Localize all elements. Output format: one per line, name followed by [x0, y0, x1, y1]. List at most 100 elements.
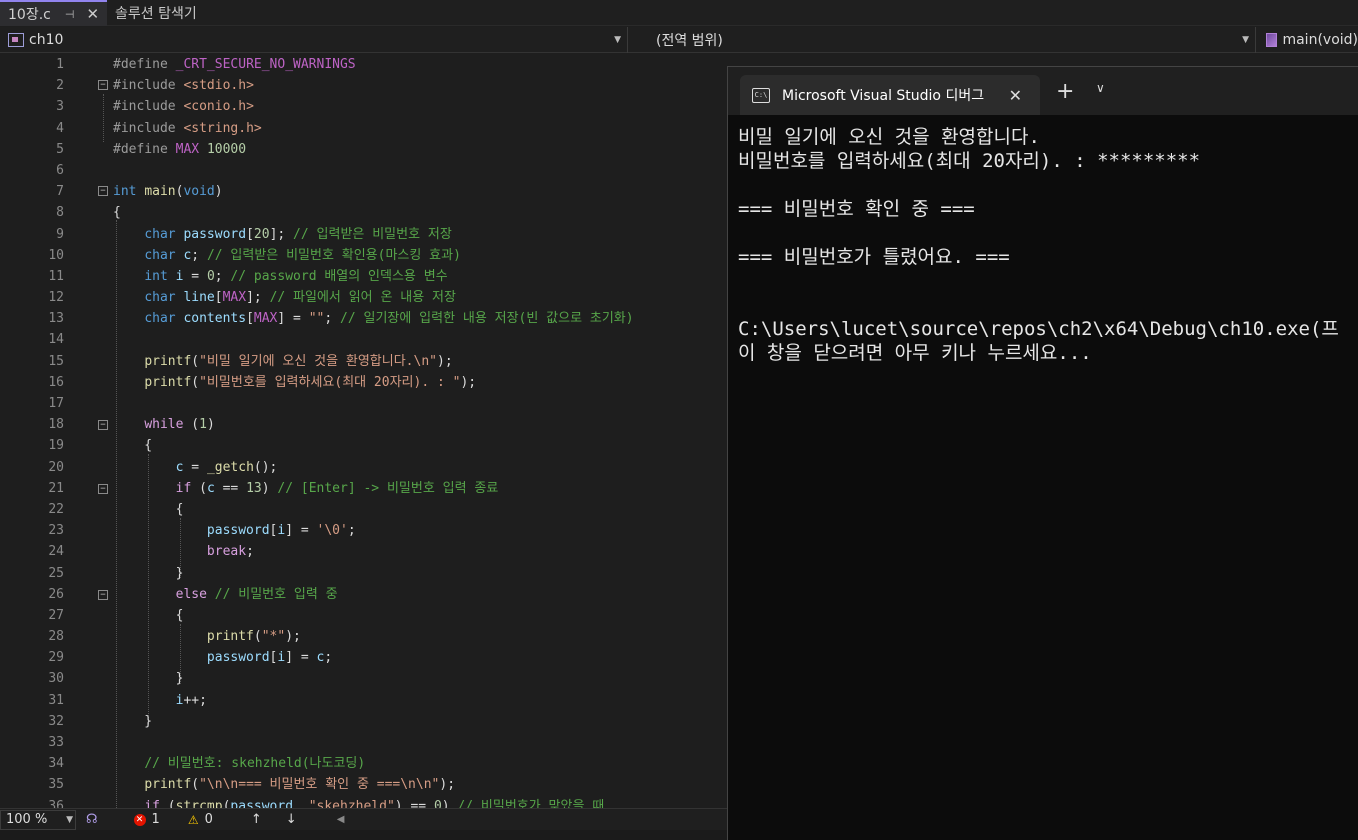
- line-number: 34: [48, 756, 64, 772]
- console-tab[interactable]: C:\ Microsoft Visual Studio 디버그 ✕: [740, 75, 1040, 115]
- code-line: printf("*");: [206, 629, 301, 645]
- line-number: 14: [48, 332, 64, 348]
- project-label: ch10: [29, 32, 64, 48]
- line-number: 26: [48, 586, 64, 602]
- line-number: 25: [48, 565, 64, 581]
- horizontal-scroll-strip: [0, 830, 727, 840]
- line-number: 3: [56, 99, 64, 115]
- code-line: int i = 0; // password 배열의 인덱스용 변수: [144, 268, 448, 284]
- close-icon[interactable]: ✕: [1009, 86, 1022, 105]
- line-number: 9: [56, 226, 64, 242]
- scroll-left-icon[interactable]: ◀: [337, 814, 345, 825]
- code-line: }: [113, 565, 184, 581]
- tab-label: 솔루션 탐색기: [115, 6, 197, 22]
- console-line: 비밀 일기에 오신 것을 환영합니다.: [738, 126, 1040, 148]
- line-number: 31: [48, 692, 64, 708]
- code-line: }: [113, 671, 184, 687]
- line-number: 11: [48, 268, 64, 284]
- errors-indicator[interactable]: ✕ 1: [133, 812, 160, 827]
- tab-solution-explorer[interactable]: 솔루션 탐색기: [107, 0, 267, 26]
- code-line: #define MAX 10000: [113, 141, 247, 157]
- navigation-bar: ch10 ▼ (전역 범위) ▼ main(void): [0, 27, 1358, 53]
- code-editor[interactable]: 1 2 3 4 5 6 7 8 9 10 11 12 13 14 15 16 1…: [0, 54, 727, 808]
- line-number: 36: [48, 798, 64, 808]
- arrow-up-icon[interactable]: ↑: [251, 812, 262, 827]
- code-line: if (strcmp(password, "skehzheld") == 0) …: [144, 798, 605, 808]
- collapse-icon[interactable]: −: [98, 484, 108, 494]
- line-number: 8: [56, 205, 64, 221]
- line-number: 13: [48, 311, 64, 327]
- warning-icon: ⚠: [187, 812, 199, 827]
- copilot-icon[interactable]: ☊: [86, 812, 98, 827]
- line-number: 23: [48, 523, 64, 539]
- warnings-count: 0: [204, 812, 213, 827]
- tab-10-c[interactable]: 10장.c ⊣ ✕: [0, 0, 107, 26]
- document-tab-bar: 10장.c ⊣ ✕ 솔루션 탐색기: [0, 0, 1358, 26]
- line-number: 24: [48, 544, 64, 560]
- new-tab-icon[interactable]: +: [1056, 79, 1074, 104]
- zoom-label: 100 %: [6, 812, 48, 827]
- scope-dropdown[interactable]: (전역 범위) ▼: [634, 27, 1256, 53]
- code-line: #include <conio.h>: [113, 99, 254, 115]
- member-dropdown[interactable]: main(void): [1262, 27, 1358, 53]
- pin-icon[interactable]: ⊣: [65, 8, 75, 21]
- line-number: 5: [56, 141, 64, 157]
- line-number: 10: [48, 247, 64, 263]
- line-number: 1: [56, 57, 64, 72]
- code-line: #define _CRT_SECURE_NO_WARNINGS: [113, 57, 356, 72]
- warnings-indicator[interactable]: ⚠ 0: [188, 812, 213, 827]
- collapse-icon[interactable]: −: [98, 80, 108, 90]
- code-line: break;: [206, 544, 254, 560]
- line-number: 32: [48, 713, 64, 729]
- code-line: if (c == 13) // [Enter] -> 비밀번호 입력 종료: [175, 480, 499, 496]
- debug-console-window[interactable]: C:\ Microsoft Visual Studio 디버그 ✕ + ∨ 비밀…: [727, 66, 1358, 840]
- editor-status-bar: 100 % ▼ ☊ ✕ 1 ⚠ 0 ↑ ↓ ◀: [0, 808, 727, 830]
- line-number: 33: [48, 735, 64, 750]
- code-line: }: [113, 713, 153, 729]
- collapse-icon[interactable]: −: [98, 186, 108, 196]
- code-line: c = _getch();: [175, 459, 278, 475]
- line-number: 7: [56, 184, 64, 200]
- collapse-icon[interactable]: −: [98, 420, 108, 430]
- console-line: C:\Users\lucet\source\repos\ch2\x64\Debu…: [738, 318, 1339, 340]
- line-number: 29: [48, 650, 64, 666]
- chevron-down-icon[interactable]: ∨: [1096, 81, 1105, 95]
- code-line: password[i] = '\0';: [206, 523, 356, 539]
- line-number: 15: [48, 353, 64, 369]
- code-line: else // 비밀번호 입력 중: [175, 586, 338, 602]
- arrow-down-icon[interactable]: ↓: [286, 812, 297, 827]
- line-number: 6: [56, 162, 64, 178]
- scope-label: (전역 범위): [656, 33, 723, 49]
- code-line: {: [113, 607, 184, 623]
- line-number: 19: [48, 438, 64, 454]
- code-line: // 비밀번호: skehzheld(나도코딩): [144, 756, 366, 772]
- line-number: 30: [48, 671, 64, 687]
- code-line: {: [113, 205, 121, 221]
- collapse-icon[interactable]: −: [98, 590, 108, 600]
- console-title-bar: C:\ Microsoft Visual Studio 디버그 ✕ + ∨: [728, 67, 1358, 115]
- line-number: 27: [48, 607, 64, 623]
- code-line: printf("비밀번호를 입력하세요(최대 20자리). : ");: [144, 374, 477, 390]
- tab-label: 10장.c: [8, 7, 51, 23]
- line-number: 4: [56, 120, 64, 136]
- line-number: 21: [48, 480, 64, 496]
- zoom-dropdown[interactable]: 100 % ▼: [0, 809, 76, 830]
- error-icon: ✕: [133, 813, 146, 826]
- project-dropdown[interactable]: ch10 ▼: [0, 27, 628, 53]
- console-line: === 비밀번호가 틀렸어요. ===: [738, 246, 1010, 268]
- member-label: main(void): [1282, 32, 1358, 48]
- console-line: 이 창을 닫으려면 아무 키나 누르세요...: [738, 342, 1092, 364]
- line-number: 16: [48, 374, 64, 390]
- close-icon[interactable]: ✕: [86, 5, 99, 23]
- line-number: 20: [48, 459, 64, 475]
- code-text[interactable]: #define _CRT_SECURE_NO_WARNINGS #include…: [113, 54, 727, 808]
- code-line: char password[20]; // 입력받은 비밀번호 저장: [144, 226, 452, 242]
